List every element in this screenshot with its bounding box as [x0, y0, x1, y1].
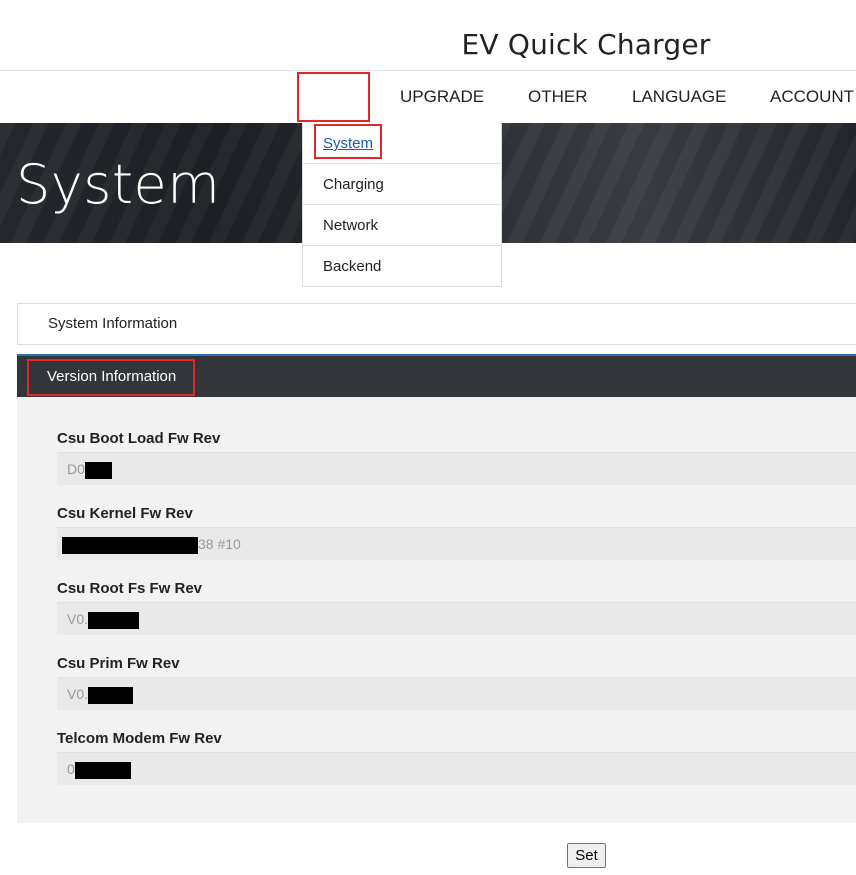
- dropdown-item-system[interactable]: System: [303, 123, 501, 164]
- version-information-header: Version Information: [17, 354, 856, 397]
- csu-prim-fw-rev-label: Csu Prim Fw Rev: [57, 655, 180, 672]
- csu-boot-load-fw-rev-field: D0: [57, 452, 856, 485]
- redaction-block: [74, 761, 131, 779]
- set-dropdown-menu: System Charging Network Backend: [302, 123, 502, 287]
- redaction-block: [62, 536, 198, 554]
- version-information-tab[interactable]: Version Information: [47, 356, 176, 397]
- telcom-modem-fw-rev-field: 0: [57, 752, 856, 785]
- redaction-block: [88, 686, 134, 704]
- nav-other[interactable]: OTHER: [528, 71, 588, 123]
- nav-upgrade[interactable]: UPGRADE: [400, 71, 484, 123]
- nav-language[interactable]: LANGUAGE: [632, 71, 726, 123]
- app-title: EV Quick Charger: [461, 28, 711, 61]
- system-information-tab[interactable]: System Information: [17, 303, 856, 345]
- csu-boot-load-fw-rev-label: Csu Boot Load Fw Rev: [57, 430, 221, 447]
- main-nav: SET UPGRADE OTHER LANGUAGE ACCOUNT: [0, 70, 856, 123]
- redaction-block: [84, 461, 112, 479]
- page-title: System: [16, 153, 221, 216]
- dropdown-item-charging[interactable]: Charging: [303, 164, 501, 205]
- csu-kernel-fw-rev-value: 38 #10: [198, 536, 241, 552]
- nav-set[interactable]: SET: [297, 71, 370, 123]
- csu-root-fs-fw-rev-label: Csu Root Fs Fw Rev: [57, 580, 203, 597]
- redaction-block: [88, 611, 140, 629]
- dropdown-item-backend[interactable]: Backend: [303, 246, 501, 287]
- csu-root-fs-fw-rev-field: V0.: [57, 602, 856, 635]
- set-button[interactable]: Set: [567, 843, 606, 868]
- nav-account[interactable]: ACCOUNT: [770, 71, 854, 123]
- csu-kernel-fw-rev-label: Csu Kernel Fw Rev: [57, 505, 193, 522]
- csu-boot-load-fw-rev-value: D0: [67, 461, 85, 477]
- csu-prim-fw-rev-field: V0.: [57, 677, 856, 710]
- telcom-modem-fw-rev-value: 0: [67, 761, 75, 777]
- version-information-panel: Version Information Csu Boot Load Fw Rev…: [17, 354, 856, 823]
- csu-prim-fw-rev-value: V0.: [67, 686, 89, 702]
- csu-root-fs-fw-rev-value: V0.: [67, 611, 89, 627]
- csu-kernel-fw-rev-field: 38 #10: [57, 527, 856, 560]
- telcom-modem-fw-rev-label: Telcom Modem Fw Rev: [57, 730, 222, 747]
- dropdown-item-network[interactable]: Network: [303, 205, 501, 246]
